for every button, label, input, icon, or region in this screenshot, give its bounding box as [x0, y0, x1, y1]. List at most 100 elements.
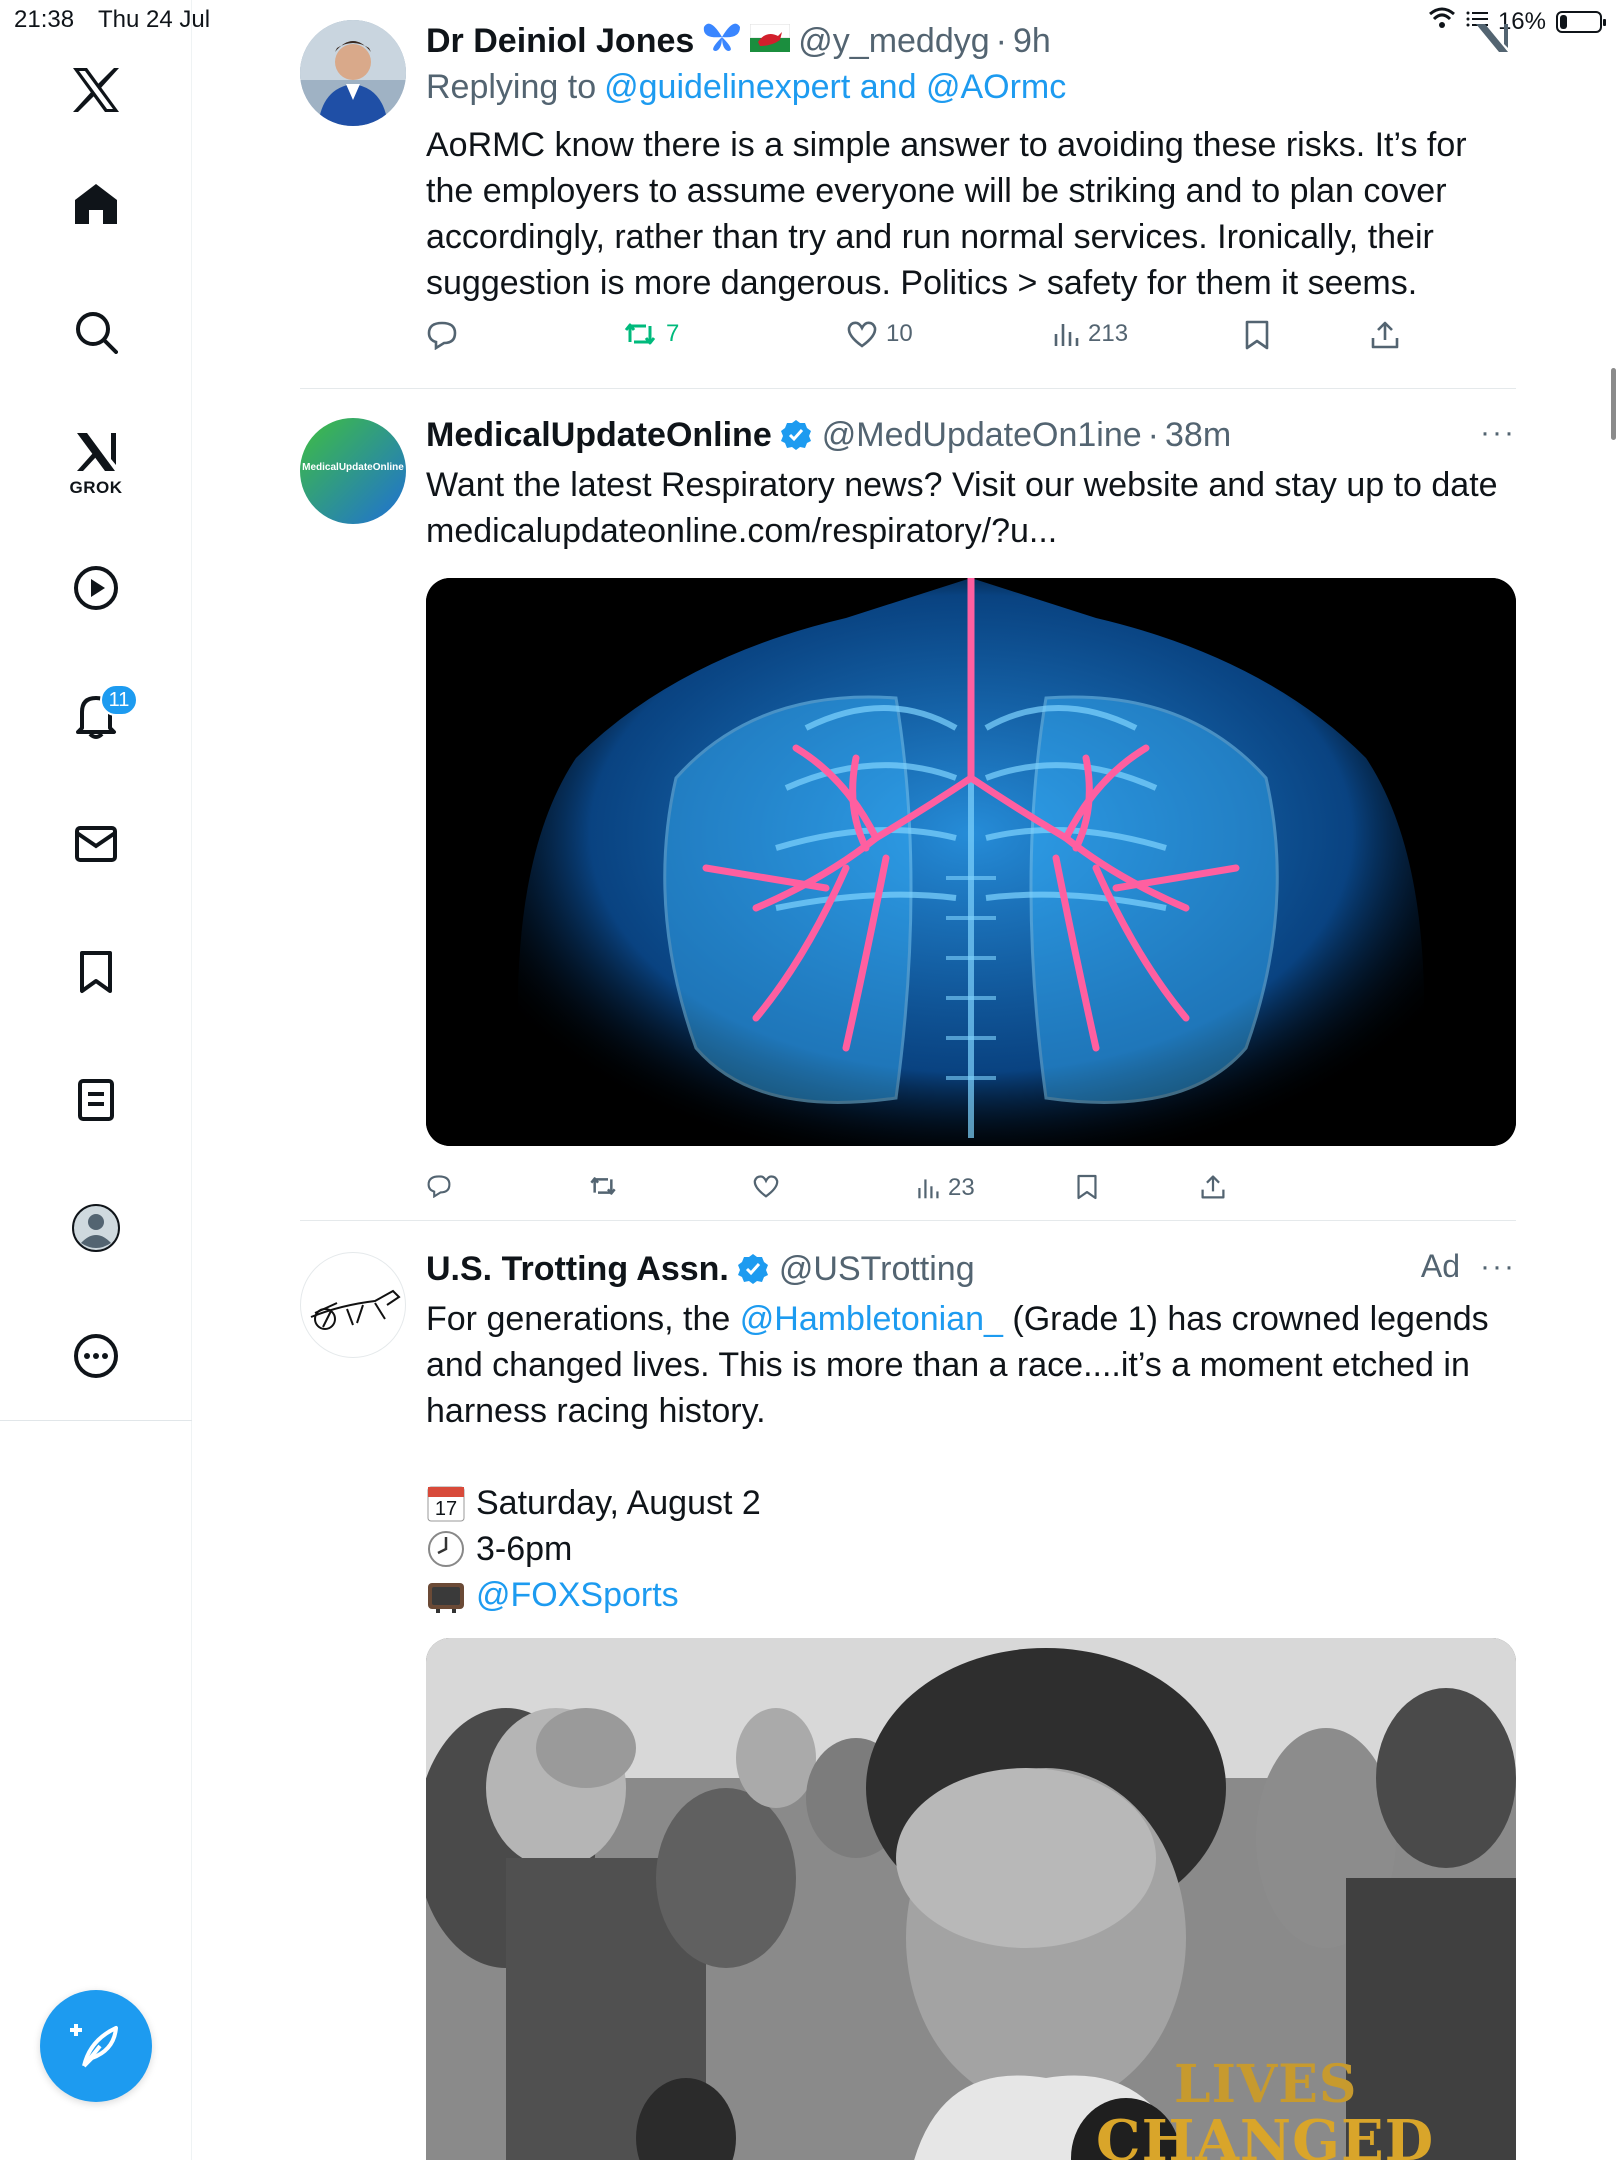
- reply-button[interactable]: [426, 1174, 452, 1198]
- tweet-header: MedicalUpdateOnline @MedUpdateOn1ine · 3…: [426, 415, 1232, 455]
- ad-label: Ad: [1420, 1248, 1460, 1284]
- battery-icon: [1556, 10, 1606, 33]
- views-button[interactable]: 23: [916, 1174, 975, 1202]
- tweet-text-line: suggestion is more dangerous. Politics >…: [426, 264, 1418, 302]
- tweet-us-trotting-ad[interactable]: U.S. Trotting Assn. @USTrotting Ad ··· F…: [300, 1242, 1516, 2160]
- tweet-text-line: AoRMC know there is a simple answer to a…: [426, 126, 1467, 164]
- home-icon[interactable]: [62, 170, 130, 238]
- verified-badge-icon: [780, 420, 811, 450]
- event-channel-line: @FOXSports: [426, 1572, 1516, 1618]
- verified-badge-icon: [737, 1254, 768, 1284]
- lungs-image[interactable]: [426, 578, 1516, 1146]
- like-button[interactable]: [752, 1174, 780, 1198]
- television-emoji-icon: [428, 1583, 464, 1613]
- search-icon[interactable]: [62, 298, 130, 366]
- avatar-logo-text: MedicalUpdateOnline: [302, 462, 404, 473]
- like-button[interactable]: 10: [846, 320, 913, 348]
- text-suffix: (Grade 1) has crowned legends: [1002, 1300, 1489, 1338]
- lists-icon[interactable]: [62, 1066, 130, 1134]
- tweet-deiniol-jones[interactable]: Dr Deiniol Jones @y_meddyg · 9h Replying…: [300, 18, 1516, 368]
- bookmark-button[interactable]: [1076, 1174, 1098, 1200]
- hambletonian-video-image[interactable]: LIVES CHANGED: [426, 1638, 1516, 2160]
- tweet-header: Dr Deiniol Jones @y_meddyg · 9h: [426, 21, 1051, 62]
- tweet-header: U.S. Trotting Assn. @USTrotting: [426, 1246, 1516, 1292]
- butterfly-emoji-icon: [702, 21, 742, 62]
- tweet-text-line: For generations, the @Hambletonian_ (Gra…: [426, 1296, 1516, 1342]
- share-icon: [1201, 1175, 1225, 1199]
- replying-to: Replying to @guidelinexpert and @AOrmc: [426, 64, 1516, 110]
- author-handle[interactable]: @MedUpdateOn1ine: [822, 416, 1142, 455]
- grok-label: GROK: [69, 478, 123, 497]
- messages-envelope-icon[interactable]: [62, 810, 130, 878]
- clock-emoji-icon: [428, 1531, 464, 1567]
- tweet-divider: [300, 388, 1516, 389]
- retweet-button[interactable]: [588, 1174, 618, 1198]
- retweet-icon: [590, 1177, 616, 1195]
- replying-mentions[interactable]: @guidelinexpert and @AOrmc: [604, 68, 1066, 107]
- video-icon[interactable]: [62, 554, 130, 622]
- bookmark-icon[interactable]: [62, 938, 130, 1006]
- avatar-deiniol-jones[interactable]: [300, 20, 406, 126]
- tweet-text-line: harness racing history.: [426, 1392, 766, 1430]
- tweet-text: For generations, the @Hambletonian_ (Gra…: [426, 1296, 1516, 1618]
- tweet-text-line: and changed lives. This is more than a r…: [426, 1346, 1470, 1384]
- sidebar: GROK 11: [0, 0, 192, 2160]
- retweet-count: 7: [666, 320, 680, 347]
- views-count: 23: [948, 1174, 975, 1201]
- retweet-button[interactable]: 7: [622, 320, 679, 348]
- more-options-icon[interactable]: ···: [1480, 1250, 1516, 1284]
- tweet-medical-update[interactable]: MedicalUpdateOnline MedicalUpdateOnline …: [300, 408, 1516, 1208]
- bookmark-action-icon: [1077, 1174, 1097, 1200]
- tweet-actions: 23: [426, 1174, 1426, 1214]
- scroll-indicator[interactable]: [1611, 368, 1616, 440]
- share-button[interactable]: [1370, 320, 1400, 350]
- author-name[interactable]: MedicalUpdateOnline: [426, 416, 772, 455]
- event-date: Saturday, August 2: [476, 1484, 761, 1522]
- event-time: 3-6pm: [476, 1530, 573, 1568]
- share-button[interactable]: [1200, 1174, 1226, 1200]
- author-name[interactable]: U.S. Trotting Assn.: [426, 1250, 729, 1289]
- grok-icon[interactable]: [62, 418, 130, 486]
- tweet-text-line: accordingly, rather than try and run nor…: [426, 218, 1434, 256]
- mention-foxsports[interactable]: @FOXSports: [476, 1572, 679, 1618]
- views-button[interactable]: 213: [1052, 320, 1128, 348]
- tweet-time[interactable]: 38m: [1165, 416, 1231, 455]
- heart-icon: [847, 321, 877, 348]
- author-handle[interactable]: @USTrotting: [779, 1250, 975, 1289]
- bookmark-action-icon: [1245, 320, 1269, 350]
- views-chart-icon: [1054, 324, 1079, 346]
- text-prefix: For generations, the: [426, 1300, 740, 1338]
- tweet-text: AoRMC know there is a simple answer to a…: [426, 122, 1516, 306]
- overlay-text-changed: CHANGED: [1096, 2108, 1435, 2160]
- author-handle[interactable]: @y_meddyg: [798, 22, 989, 61]
- views-chart-icon: [918, 1179, 939, 1199]
- share-icon: [1371, 321, 1399, 349]
- tweet-divider: [300, 1220, 1516, 1221]
- calendar-day: 17: [434, 1498, 458, 1520]
- harness-horse-logo-icon: [310, 1289, 401, 1330]
- profile-avatar-icon[interactable]: [62, 1194, 130, 1262]
- author-name[interactable]: Dr Deiniol Jones: [426, 22, 694, 61]
- notification-badge: 11: [100, 684, 138, 716]
- replying-prefix: Replying to: [426, 67, 597, 106]
- bookmark-button[interactable]: [1244, 320, 1270, 350]
- more-options-icon[interactable]: [62, 1322, 130, 1390]
- views-count: 213: [1088, 320, 1129, 347]
- tweet-link[interactable]: medicalupdateonline.com/respiratory/?u..…: [426, 508, 1516, 554]
- heart-icon: [753, 1175, 779, 1198]
- event-time-line: 3-6pm: [426, 1526, 1516, 1572]
- mention-hambletonian[interactable]: @Hambletonian_: [740, 1300, 1003, 1338]
- x-logo-icon[interactable]: [62, 56, 130, 124]
- reply-icon: [427, 321, 457, 350]
- tweet-time[interactable]: 9h: [1013, 22, 1051, 61]
- compose-post-button[interactable]: [40, 1990, 152, 2102]
- more-options-icon[interactable]: ···: [1480, 416, 1516, 450]
- like-count: 10: [886, 320, 913, 347]
- avatar-medical-update[interactable]: MedicalUpdateOnline: [300, 418, 406, 524]
- reply-icon: [427, 1175, 451, 1198]
- calendar-emoji-icon: 17: [426, 1483, 466, 1523]
- avatar-us-trotting[interactable]: [300, 1252, 406, 1358]
- sidebar-separator: [0, 1420, 192, 1421]
- tweet-text-line: the employers to assume everyone will be…: [426, 172, 1447, 210]
- reply-button[interactable]: [426, 320, 458, 350]
